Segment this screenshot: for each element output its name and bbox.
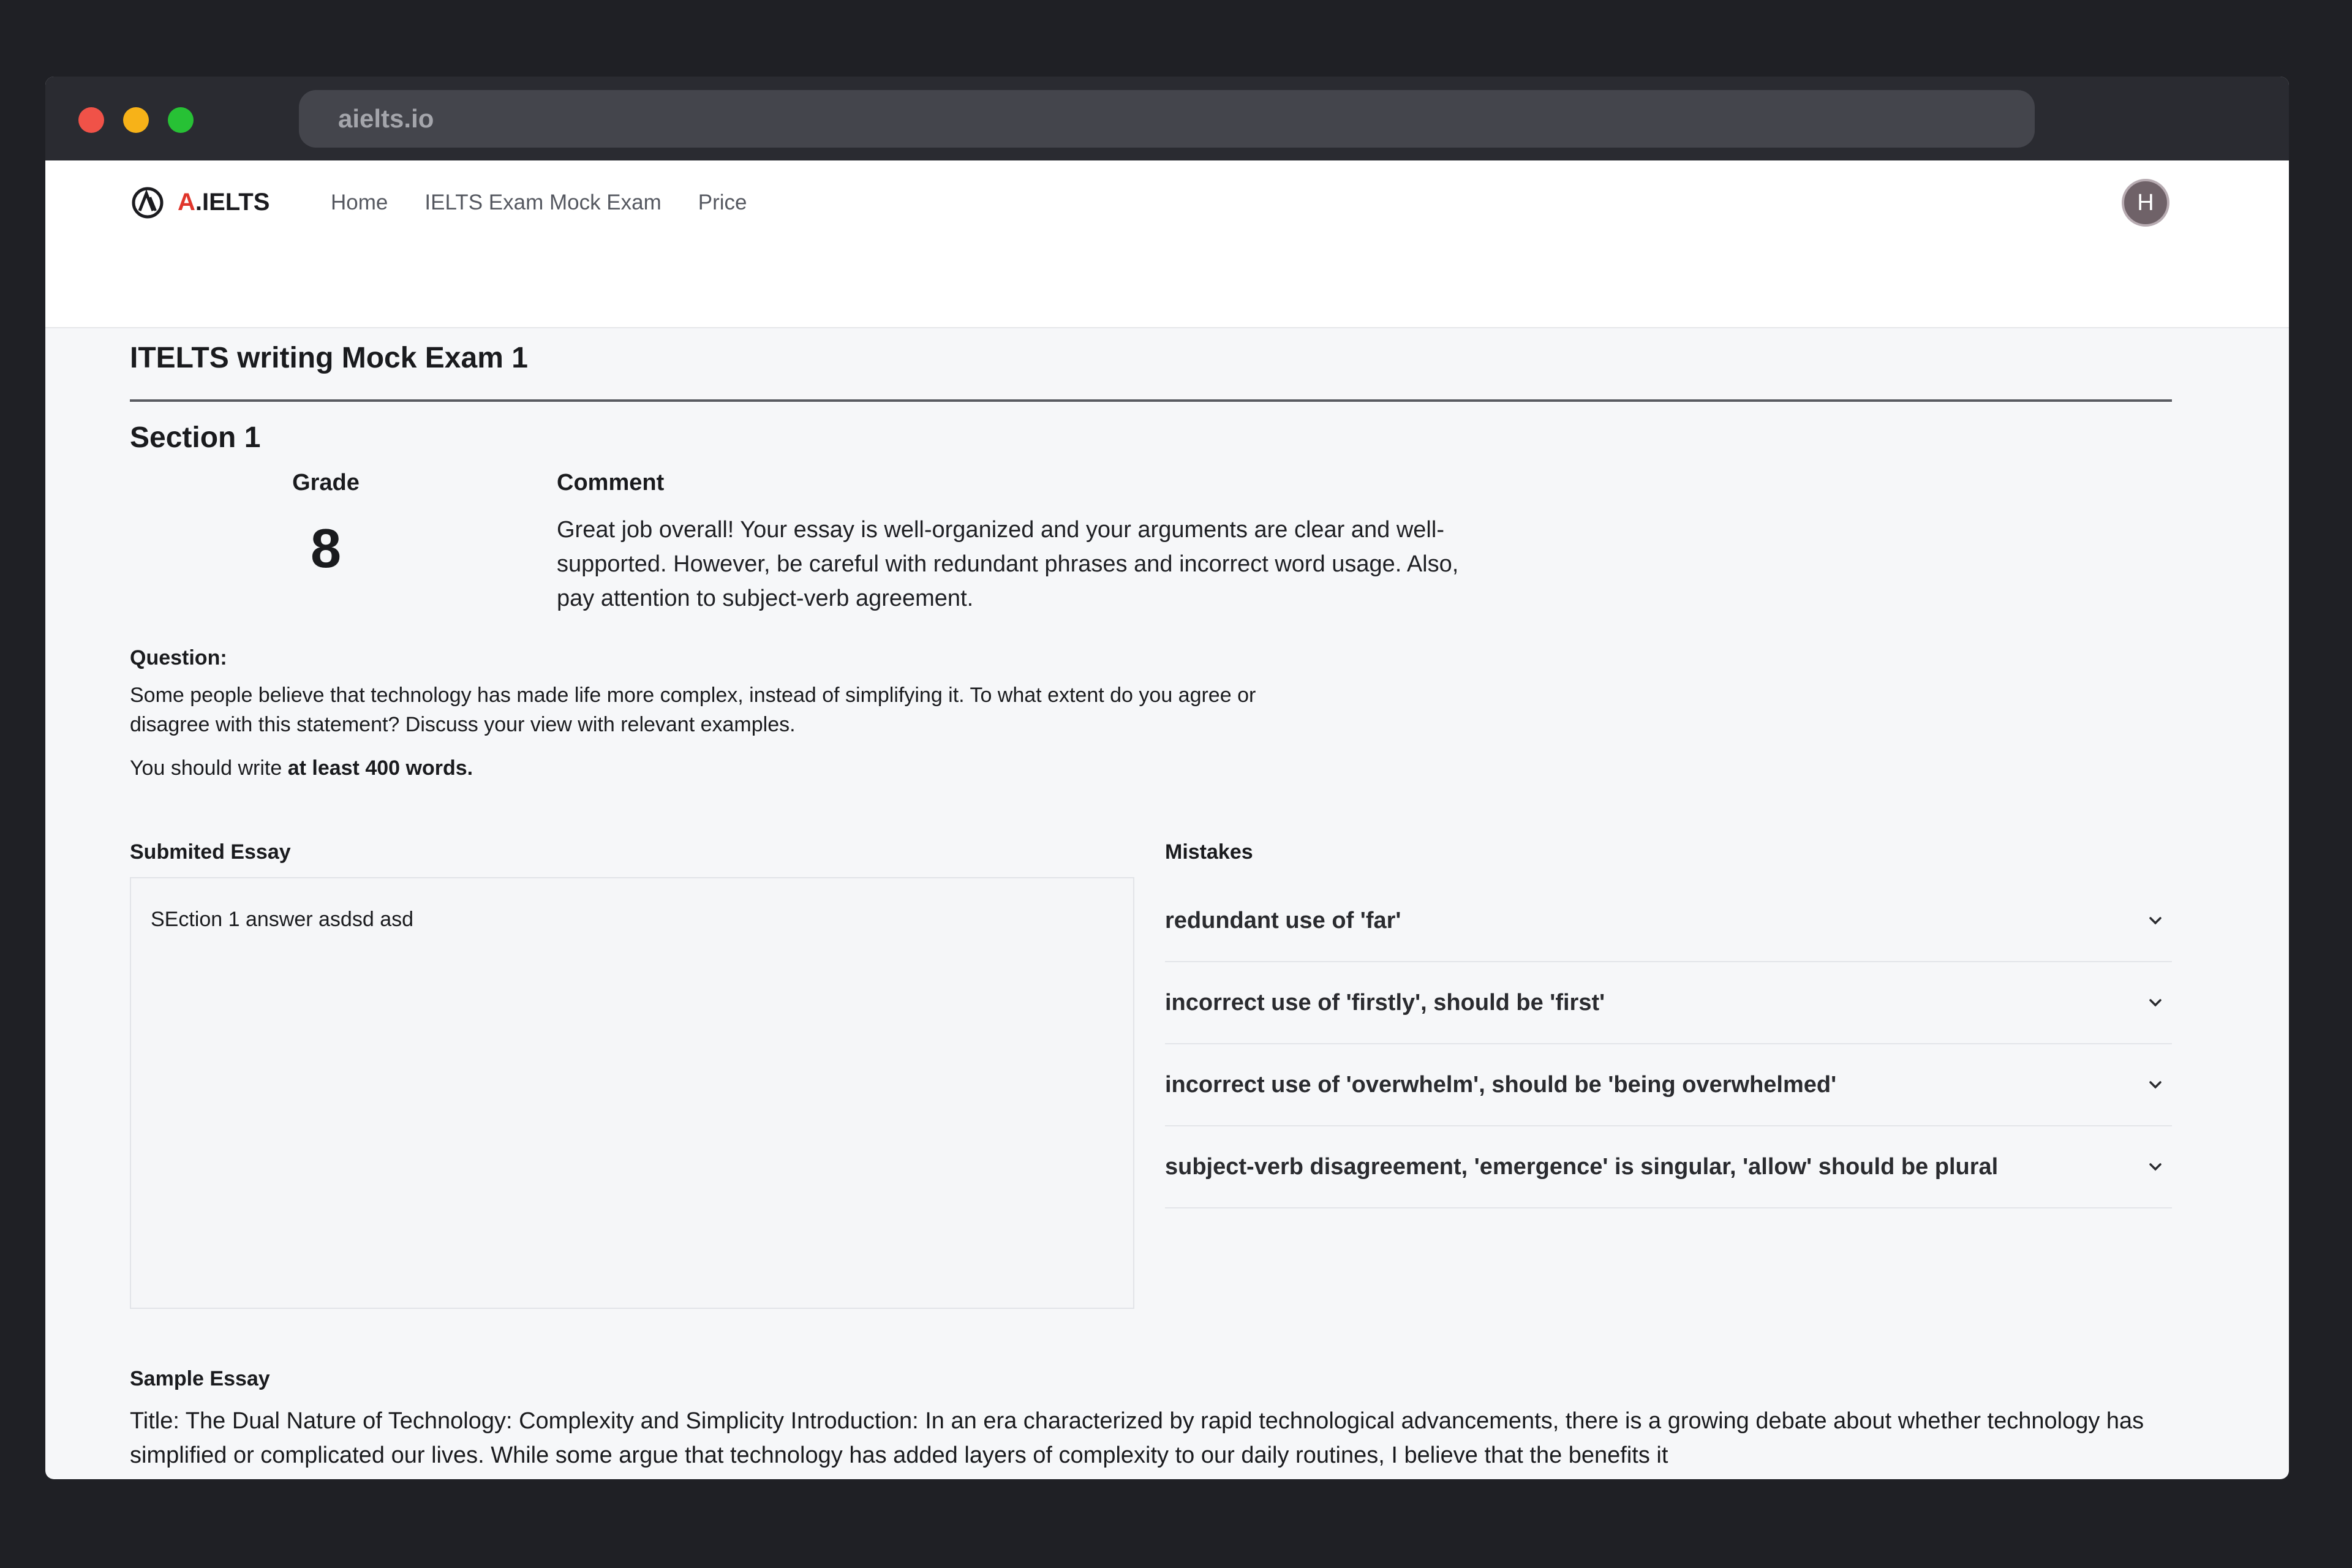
page-title: ITELTS writing Mock Exam 1 (130, 341, 2172, 402)
brand-name: A.IELTS (178, 189, 270, 216)
address-bar[interactable]: aielts.io (299, 90, 2035, 148)
chevron-down-icon (2149, 999, 2162, 1007)
comment-text: Great job overall! Your essay is well-or… (557, 517, 1459, 611)
section-title: Section 1 (130, 421, 261, 454)
submitted-essay-label: Submited Essay (130, 840, 291, 864)
browser-window: aielts.io A.IELTS Home IELTS Exam Mock E… (45, 77, 2289, 1479)
mistakes-list: redundant use of 'far' incorrect use of … (1165, 880, 2172, 1208)
submitted-essay-text: SEction 1 answer asdsd asd (151, 908, 414, 931)
mistakes-label: Mistakes (1165, 840, 1253, 864)
mistake-text: subject-verb disagreement, 'emergence' i… (1165, 1153, 1999, 1180)
mistake-item[interactable]: redundant use of 'far' (1165, 880, 2172, 962)
close-window-button[interactable] (78, 107, 104, 133)
comment-label: Comment (557, 470, 665, 496)
question-text: Some people believe that technology has … (130, 684, 1256, 736)
nav-link-price[interactable]: Price (698, 190, 747, 215)
chevron-down-icon (2149, 917, 2162, 925)
submitted-essay-box: SEction 1 answer asdsd asd (130, 877, 1134, 1309)
site-navbar: A.IELTS Home IELTS Exam Mock Exam Price … (45, 160, 2289, 328)
mistake-item[interactable]: subject-verb disagreement, 'emergence' i… (1165, 1126, 2172, 1208)
mistake-text: incorrect use of 'overwhelm', should be … (1165, 1071, 1837, 1098)
mistake-text: redundant use of 'far' (1165, 907, 1401, 933)
grade-label: Grade (292, 470, 360, 496)
brand-logo-icon (132, 187, 164, 218)
chevron-down-icon (2149, 1081, 2162, 1089)
mistake-item[interactable]: incorrect use of 'firstly', should be 'f… (1165, 962, 2172, 1044)
question-label: Question: (130, 646, 227, 669)
nav-link-home[interactable]: Home (331, 190, 388, 215)
sample-essay-label: Sample Essay (130, 1367, 270, 1390)
maximize-window-button[interactable] (168, 107, 194, 133)
nav-link-mock-exam[interactable]: IELTS Exam Mock Exam (424, 190, 661, 215)
mistake-item[interactable]: incorrect use of 'overwhelm', should be … (1165, 1044, 2172, 1126)
grade-value: 8 (310, 518, 342, 579)
sample-essay-text: Title: The Dual Nature of Technology: Co… (130, 1408, 2144, 1468)
mistake-text: incorrect use of 'firstly', should be 'f… (1165, 989, 1605, 1016)
minimize-window-button[interactable] (123, 107, 149, 133)
user-avatar[interactable]: H (2122, 179, 2169, 227)
brand-logo-link[interactable]: A.IELTS (131, 160, 270, 244)
nav-links: Home IELTS Exam Mock Exam Price (331, 160, 784, 244)
browser-titlebar: aielts.io (45, 77, 2289, 160)
chevron-down-icon (2149, 1163, 2162, 1171)
word-requirement: You should write at least 400 words. (130, 756, 473, 780)
